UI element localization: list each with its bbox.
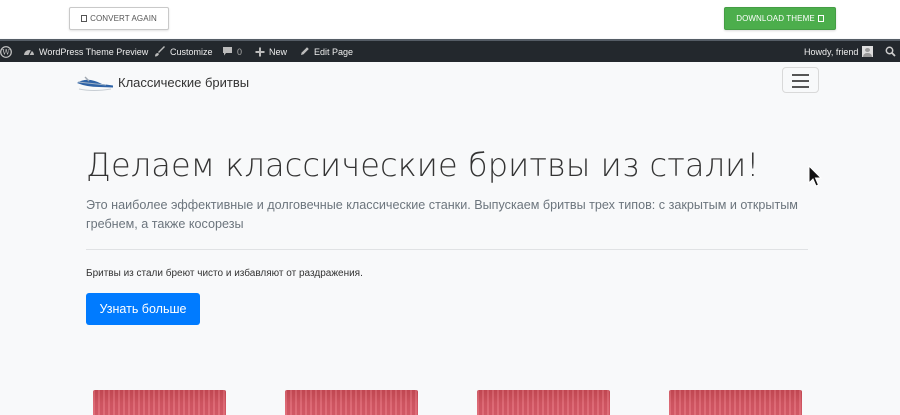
document-icon	[81, 15, 88, 22]
site-navbar: Классические бритвы	[0, 62, 900, 102]
mouse-cursor-icon	[808, 165, 823, 187]
admin-bar: W WordPress Theme Preview Customize 0 Ne…	[0, 39, 900, 62]
card-image-2[interactable]	[285, 390, 418, 415]
svg-text:W: W	[2, 47, 10, 56]
customize-link[interactable]: Customize	[154, 41, 213, 62]
document-icon	[817, 15, 824, 22]
card-image-1[interactable]	[93, 390, 226, 415]
comments-link[interactable]: 0	[222, 41, 242, 62]
download-theme-label: DOWNLOAD THEME	[736, 14, 815, 23]
new-content-link[interactable]: New	[255, 41, 287, 62]
comments-count: 0	[237, 46, 243, 57]
navbar-toggle-button[interactable]	[782, 67, 819, 93]
pencil-icon	[301, 47, 309, 55]
comment-icon	[223, 47, 232, 56]
customize-label: Customize	[170, 46, 213, 57]
brand-name[interactable]: Классические бритвы	[118, 75, 249, 90]
plus-icon	[255, 47, 265, 56]
site-preview-label: WordPress Theme Preview	[39, 46, 149, 57]
new-label: New	[269, 46, 288, 57]
hero-lead-text: Это наиболее эффективные и долговечные к…	[86, 198, 798, 231]
convert-again-button[interactable]: CONVERT AGAIN	[69, 7, 169, 30]
wordpress-icon: W	[0, 45, 12, 58]
convert-again-label: CONVERT AGAIN	[90, 14, 157, 23]
paintbrush-icon	[155, 46, 165, 57]
converter-toolbar: CONVERT AGAIN DOWNLOAD THEME	[0, 0, 900, 38]
download-theme-button[interactable]: DOWNLOAD THEME	[724, 7, 836, 30]
site-preview-link[interactable]: WordPress Theme Preview	[23, 41, 148, 62]
card-image-4[interactable]	[669, 390, 802, 415]
search-icon	[885, 46, 896, 57]
edit-page-link[interactable]: Edit Page	[299, 41, 353, 62]
learn-more-button[interactable]: Узнать больше	[86, 293, 200, 325]
hero-title: Делаем классические бритвы из стали!	[86, 146, 760, 184]
razor-logo-icon[interactable]	[73, 70, 115, 92]
hero-text: Бритвы из стали бреют чисто и избавляют …	[86, 268, 363, 279]
divider	[86, 249, 808, 250]
avatar	[862, 46, 874, 57]
card-image-3[interactable]	[477, 390, 610, 415]
wordpress-logo-button[interactable]: W	[0, 41, 12, 62]
admin-search-button[interactable]	[885, 41, 896, 62]
dashboard-icon	[24, 50, 34, 56]
account-menu[interactable]: Howdy, friend	[804, 41, 874, 62]
edit-page-label: Edit Page	[314, 46, 354, 57]
greeting-label: Howdy, friend	[804, 46, 859, 57]
